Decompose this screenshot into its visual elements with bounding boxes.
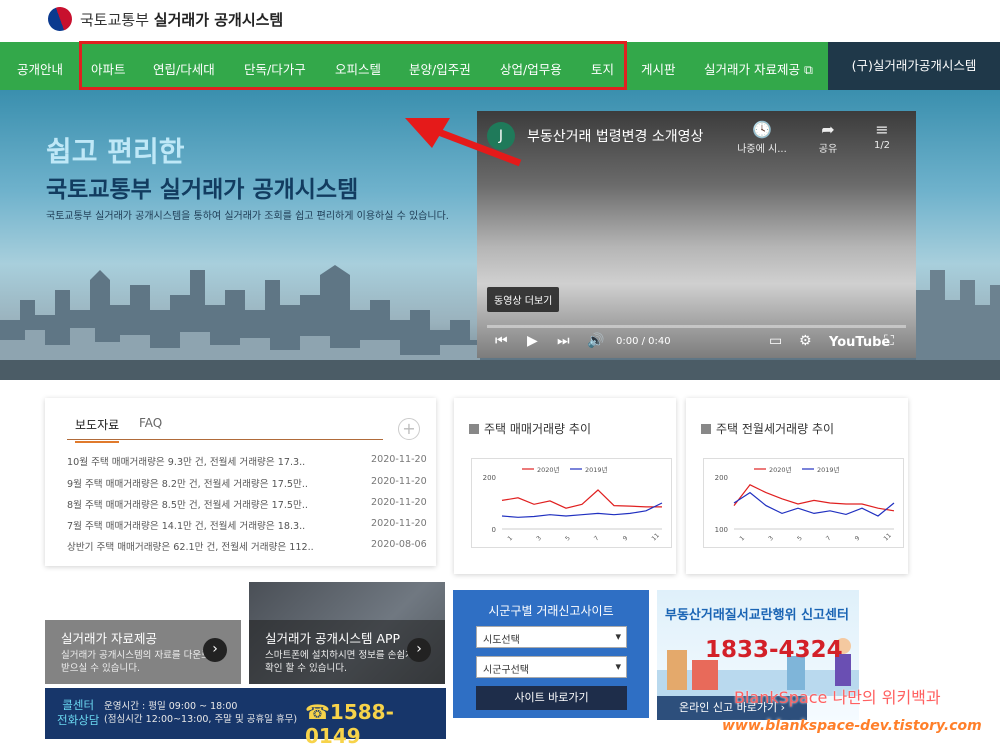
x-tick-label: 1 [506, 535, 514, 543]
nav-board[interactable]: 게시판 [641, 59, 676, 78]
press-release-panel: 보도자료 FAQ + 10월 주택 매매거래량은 9.3만 건, 전월세 거래량… [45, 398, 436, 566]
watermark-title: BlankSpace 나만의 위키백과 [734, 688, 941, 707]
chevron-right-icon[interactable]: › [203, 638, 227, 662]
settings-gear-icon[interactable]: ⚙ [799, 333, 812, 349]
playlist-icon: ≡ [875, 120, 889, 139]
tab-press-release[interactable]: 보도자료 [75, 416, 120, 443]
old-system-link[interactable]: (구)실거래가공개시스템 [828, 42, 1000, 90]
sigungu-select[interactable]: 시군구선택 [476, 656, 627, 678]
tab-faq[interactable]: FAQ [139, 416, 162, 430]
x-tick-label: 11 [650, 532, 660, 542]
y-tick-label: 200 [715, 474, 728, 482]
video-time: 0:00 / 0:40 [616, 336, 671, 347]
site-header: 국토교통부 실거래가 공개시스템 [0, 0, 1000, 42]
tile-title: 실거래가 자료제공 [61, 631, 157, 646]
x-tick-label: 3 [767, 535, 775, 543]
nav-data-provision[interactable]: 실거래가 자료제공 ⧉ [704, 59, 813, 78]
legend-label: 2019년 [585, 465, 608, 474]
play-icon[interactable]: ▶ [527, 333, 538, 349]
series-line [733, 484, 895, 512]
phone-consult-label: 전화상담 [57, 713, 100, 727]
sales-line-chart: 200 0 1 3 5 7 9 11 2020년 2019년 [483, 465, 663, 543]
operating-hours: 운영시간 : 평일 09:00 ~ 18:00 [104, 701, 238, 712]
share-icon: ➦ [821, 120, 835, 139]
tile-title: 실거래가 공개시스템 APP [265, 631, 401, 646]
clock-icon: 🕓 [752, 120, 772, 139]
rent-volume-chart-card[interactable]: 주택 전월세거래량 추이 200 100 1 3 5 7 9 11 2020년 2019년 [686, 398, 908, 574]
bullet-icon [469, 424, 479, 434]
subtitles-icon[interactable]: ▭ [769, 333, 782, 349]
playlist-button[interactable]: ≡ 1/2 [857, 120, 907, 151]
more-plus-icon[interactable]: + [398, 418, 420, 440]
chart-title: 주택 매매거래량 추이 [484, 422, 591, 436]
site-logo[interactable]: 국토교통부 실거래가 공개시스템 [44, 3, 284, 35]
lunch-hours: (점심시간 12:00~13:00, 주말 및 공휴일 휴무) [104, 714, 298, 725]
watermark-url: www.blankspace-dev.tistory.com [722, 718, 982, 734]
x-tick-label: 7 [593, 535, 601, 543]
region-panel-title: 시군구별 거래신고사이트 [488, 604, 614, 618]
fullscreen-icon[interactable]: ⛶ [884, 333, 894, 349]
tile-description: 스마트폰에 설치하시면 정보를 손쉽게 확인 할 수 있습니다. [265, 650, 414, 674]
series-line [501, 489, 662, 509]
x-tick-label: 3 [535, 535, 543, 543]
x-tick-label: 1 [738, 535, 746, 543]
previous-icon[interactable]: ⏮ [495, 333, 508, 349]
app-tile[interactable]: 실거래가 공개시스템 APP 스마트폰에 설치하시면 정보를 손쉽게 확인 할 … [249, 582, 445, 684]
call-center-label: 콜센터 [62, 698, 95, 712]
org-name: 국토교통부 [80, 10, 150, 29]
watch-later-button[interactable]: 🕓 나중에 시... [737, 120, 787, 155]
y-tick-label: 200 [483, 474, 496, 482]
call-center-phone: ☎1588-0149 [305, 700, 394, 748]
y-tick-label: 100 [715, 526, 728, 534]
tile-description: 실거래가 공개시스템의 자료를 다운로드 받으실 수 있습니다. [61, 650, 219, 674]
bullet-icon [701, 424, 711, 434]
video-progress-bar[interactable] [487, 325, 906, 328]
hero-description: 국토교통부 실거래가 공개시스템을 통하여 실거래가 조회를 쉽고 편리하게 이… [46, 211, 449, 222]
region-report-site-panel: 시군구별 거래신고사이트 시도선택 시군구선택 사이트 바로가기 [453, 590, 649, 718]
volume-icon[interactable]: 🔊 [587, 333, 604, 349]
x-tick-label: 7 [825, 535, 833, 543]
legend-label: 2020년 [537, 465, 560, 474]
x-tick-label: 5 [564, 535, 572, 543]
series-line [733, 491, 895, 517]
hero-title: 국토교통부 실거래가 공개시스템 [46, 177, 359, 203]
legend-label: 2019년 [817, 465, 840, 474]
chart-area: 200 0 1 3 5 7 9 11 2020년 2019년 [471, 458, 672, 548]
report-center-title: 부동산거래질서교란행위 신고센터 [665, 608, 849, 623]
news-tabs: 보도자료 FAQ [67, 416, 383, 443]
chart-area: 200 100 1 3 5 7 9 11 2020년 2019년 [703, 458, 904, 548]
highlight-box [79, 41, 627, 90]
rent-line-chart: 200 100 1 3 5 7 9 11 2020년 2019년 [715, 465, 895, 543]
chart-title: 주택 전월세거래량 추이 [716, 422, 835, 436]
chevron-right-icon[interactable]: › [407, 638, 431, 662]
site-go-button[interactable]: 사이트 바로가기 [476, 686, 627, 710]
x-tick-label: 9 [854, 535, 862, 543]
more-videos-button[interactable]: 동영상 더보기 [487, 287, 560, 312]
system-name: 실거래가 공개시스템 [153, 10, 284, 29]
taegeuk-logo-icon [44, 3, 76, 35]
x-tick-label: 5 [796, 535, 804, 543]
x-tick-label: 11 [882, 532, 892, 542]
sido-select[interactable]: 시도선택 [476, 626, 627, 648]
red-arrow-annotation [405, 118, 522, 167]
report-center-phone: 1833-4324 [705, 637, 843, 663]
data-provision-tile[interactable]: 실거래가 자료제공 실거래가 공개시스템의 자료를 다운로드 받으실 수 있습니… [45, 582, 241, 684]
share-button[interactable]: ➦ 공유 [803, 120, 853, 155]
sales-volume-chart-card[interactable]: 주택 매매거래량 추이 200 0 1 3 5 7 9 11 2020년 2019년 [454, 398, 676, 574]
series-line [501, 502, 663, 518]
hero-subtitle: 쉽고 편리한 [46, 135, 185, 168]
legend-label: 2020년 [769, 465, 792, 474]
nav-info[interactable]: 공개안내 [17, 59, 63, 78]
next-icon[interactable]: ⏭ [557, 333, 570, 349]
y-tick-label: 0 [492, 526, 496, 534]
call-center-banner: 콜센터 전화상담 운영시간 : 평일 09:00 ~ 18:00 (점심시간 12:… [45, 688, 446, 748]
youtube-logo[interactable]: YouTube [829, 335, 890, 350]
x-tick-label: 9 [622, 535, 630, 543]
